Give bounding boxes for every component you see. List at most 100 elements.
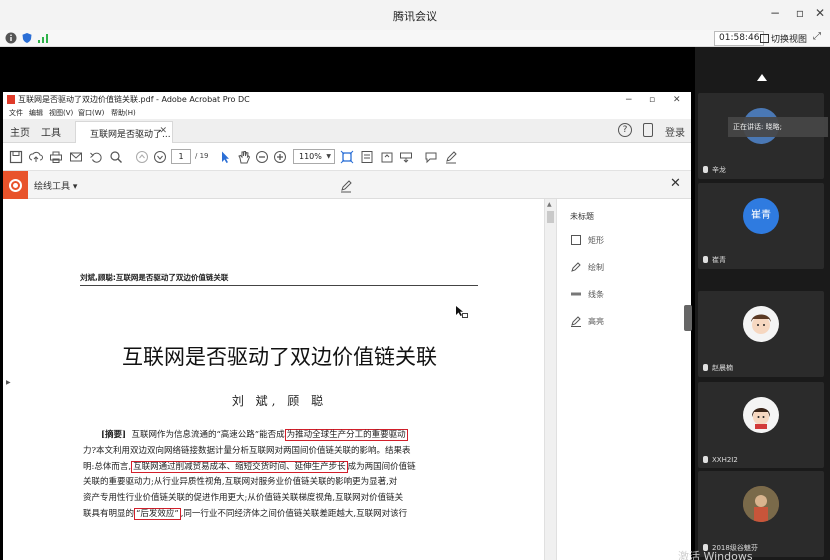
avatar (743, 486, 779, 522)
tool-line-label: 线条 (588, 290, 604, 299)
abstract-line: 关联的重要驱动力;从行业异质性视角,互联网对服务业价值链关联的影响更为显著,对 (83, 475, 463, 491)
microphone-icon (703, 456, 708, 463)
close-draw-tools-icon[interactable]: ✕ (670, 176, 681, 191)
tab-document[interactable]: 互联网是否驱动了... ✕ (75, 121, 173, 143)
tab-home[interactable]: 主页 (10, 124, 30, 139)
signal-icon (38, 34, 48, 43)
participant-tile[interactable]: 崔青 崔青 (698, 183, 824, 269)
speaking-indicator: 正在讲话: 晓略; (728, 117, 828, 137)
menu-help[interactable]: 帮助(H) (111, 108, 136, 118)
info-icon[interactable] (5, 32, 17, 44)
tool-draw-label: 绘制 (588, 263, 604, 272)
annotation-box[interactable]: 为推动全球生产分工的重要驱动 (284, 429, 408, 441)
avatar: 崔青 (743, 198, 779, 234)
scroll-up-icon[interactable]: ▲ (547, 201, 552, 208)
fullscreen-button[interactable]: ⤢ (810, 31, 824, 42)
abstract-text: 成为两国间价值链 (347, 461, 416, 472)
abstract-text: ,同一行业不同经济体之间价值链关联差距越大,互联网对该行 (180, 508, 408, 519)
participant-tile[interactable]: XXH2I2 (698, 382, 824, 468)
abstract-label: [摘要] (101, 430, 127, 440)
undo-icon[interactable] (89, 149, 103, 163)
menu-edit[interactable]: 编辑 (29, 108, 43, 118)
zoom-out-icon[interactable] (255, 149, 269, 163)
zoom-in-icon[interactable] (273, 149, 287, 163)
abstract-line: 力?本文利用双边双向网络链接数据计量分析互联网对两国间价值链关联的影响。结果表 (83, 444, 463, 460)
prev-page-icon[interactable] (135, 149, 149, 163)
scroll-up-icon[interactable] (757, 74, 767, 81)
save-icon[interactable] (9, 149, 23, 164)
acrobat-restore-button[interactable]: ▫ (649, 93, 655, 108)
acrobat-minimize-button[interactable]: − (625, 93, 633, 108)
select-cursor-icon[interactable] (218, 149, 232, 163)
rotate-icon[interactable] (380, 149, 394, 163)
annotation-box[interactable]: “后发效应” (134, 507, 181, 520)
print-icon[interactable] (49, 149, 63, 163)
document-view[interactable]: ▶ 刘斌,顾聪:互联网是否驱动了双边价值链关联 互联网是否驱动了双边价值链关联 … (3, 199, 556, 560)
annotation-box[interactable]: 互联网通过削减贸易成本、缩短交货时间、延伸生产步长 (131, 460, 348, 473)
participant-tile[interactable]: 赵晨楠 (698, 291, 824, 377)
abstract-text: 明:总体而言, (83, 461, 132, 472)
meeting-title-bar: 腾讯会议 − ▫ ✕ (0, 0, 830, 30)
abstract-line: 联具有明显的 “后发效应” ,同一行业不同经济体之间价值链关联差距越大,互联网对该行 (83, 507, 463, 523)
paper-title: 互联网是否驱动了双边价值链关联 (122, 345, 437, 369)
scroll-mode-icon[interactable] (360, 149, 374, 163)
shield-icon[interactable] (21, 32, 33, 44)
meeting-timer: 01:58:46 (714, 31, 765, 46)
search-icon[interactable] (109, 149, 123, 163)
participant-tile[interactable]: 2018级谷魅芬 (698, 471, 824, 557)
restore-button[interactable]: ▫ (793, 6, 807, 20)
draw-tools-label[interactable]: 绘线工具 ▾ (34, 179, 77, 192)
zoom-select[interactable]: 110% ▼ (293, 149, 335, 164)
participant-name: XXH2I2 (703, 456, 738, 464)
pdf-icon (7, 95, 15, 104)
scrollbar-thumb[interactable] (547, 211, 554, 223)
keyboard-icon[interactable] (399, 149, 413, 163)
pen-icon[interactable] (444, 149, 458, 164)
minimize-button[interactable]: − (768, 6, 782, 20)
avatar (743, 397, 779, 433)
switch-view-button[interactable]: 切换视图 (760, 32, 807, 45)
mobile-icon[interactable] (643, 123, 653, 137)
zoom-value: 110% (299, 152, 322, 161)
next-page-icon[interactable] (153, 149, 167, 163)
draw-tools-icon[interactable] (3, 171, 28, 199)
hand-icon[interactable] (237, 149, 251, 164)
fit-page-icon[interactable] (340, 149, 354, 164)
menu-view[interactable]: 视图(V) (49, 108, 73, 118)
tool-rectangle[interactable]: 矩形 (570, 234, 604, 246)
vertical-scrollbar[interactable]: ▲ (544, 199, 556, 560)
abstract-text: 力?本文利用双边双向网络链接数据计量分析互联网对两国间价值链关联的影响。结果表 (83, 445, 411, 456)
acrobat-tab-bar: 主页 工具 互联网是否驱动了... ✕ ? 登录 (3, 119, 691, 143)
acrobat-close-button[interactable]: ✕ (673, 93, 681, 108)
left-panel-toggle-icon[interactable]: ▶ (6, 379, 11, 386)
acrobat-window-title: 互联网是否驱动了双边价值链关联.pdf - Adobe Acrobat Pro … (18, 95, 250, 104)
avatar (743, 306, 779, 342)
abstract-line: [摘要] 互联网作为信息流通的“高速公路”能否成 为推动全球生产分工的重要驱动 (101, 428, 463, 444)
tool-highlight[interactable]: 高亮 (570, 315, 604, 327)
upload-icon[interactable] (28, 149, 43, 163)
participant-name: 崔青 (703, 255, 726, 265)
close-button[interactable]: ✕ (813, 6, 827, 20)
tab-close-icon[interactable]: ✕ (159, 126, 167, 136)
tool-line[interactable]: 线条 (570, 288, 604, 300)
pencil-icon (571, 262, 581, 272)
comment-icon[interactable] (424, 149, 438, 164)
menu-window[interactable]: 窗口(W) (78, 108, 104, 118)
page-number-input[interactable]: 1 (171, 149, 191, 164)
pencil-icon[interactable] (339, 178, 353, 193)
menu-file[interactable]: 文件 (9, 108, 23, 118)
mouse-cursor-icon (456, 306, 468, 318)
tab-tools[interactable]: 工具 (41, 124, 61, 139)
pane-collapse-handle[interactable] (684, 305, 692, 331)
chevron-down-icon: ▼ (326, 153, 331, 160)
participant-panel: 辛龙 正在讲话: 晓略; 崔青 崔青 赵晨楠 XXH2I2 2018级谷魅芬 (695, 47, 830, 560)
highlighter-icon (571, 316, 581, 327)
tool-rectangle-label: 矩形 (588, 236, 604, 245)
abstract-text: 互联网作为信息流通的“高速公路”能否成 (131, 430, 285, 440)
email-icon[interactable] (69, 149, 83, 163)
help-icon[interactable]: ? (618, 123, 632, 137)
tool-draw[interactable]: 绘制 (570, 261, 604, 273)
login-button[interactable]: 登录 (665, 124, 685, 139)
microphone-icon (703, 256, 708, 263)
acrobat-menu-bar: 文件 编辑 视图(V) 窗口(W) 帮助(H) (3, 107, 691, 119)
